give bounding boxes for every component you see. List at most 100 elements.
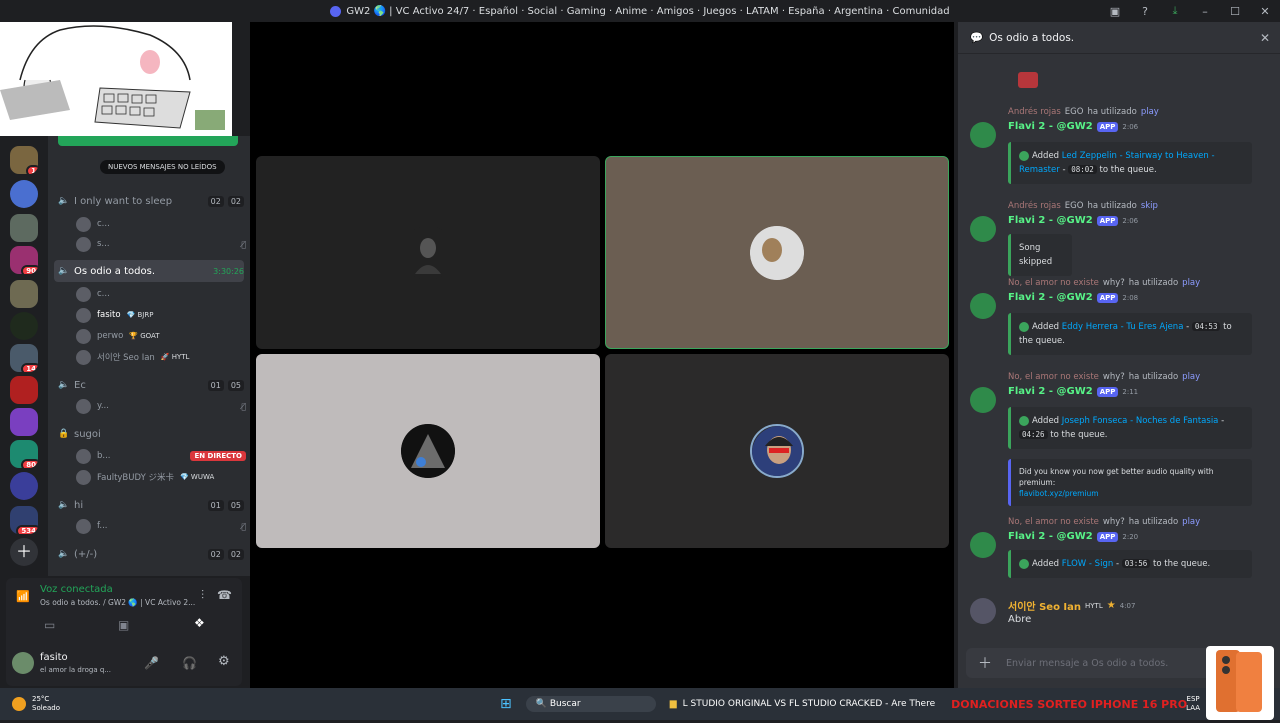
server-icon-12[interactable]: 534 xyxy=(10,506,38,534)
help-icon[interactable]: ? xyxy=(1130,5,1160,18)
noise-suppression-icon[interactable]: ⫶ xyxy=(201,588,204,603)
server-icon-4[interactable]: 90 xyxy=(10,246,38,274)
maximize-button[interactable]: ☐ xyxy=(1220,5,1250,18)
participant-tile-3[interactable] xyxy=(256,354,600,548)
voice-user[interactable]: s... 🎙̸ xyxy=(76,234,246,254)
chat-message: No, el amor no existe why? ha utilizado pla… xyxy=(970,516,1270,578)
server-icon-1[interactable]: 1 xyxy=(10,146,38,174)
language-indicator[interactable]: ESP xyxy=(1186,695,1200,704)
server-icon-gw2[interactable] xyxy=(10,180,38,208)
slash-command[interactable]: play xyxy=(1141,107,1159,117)
add-server-icon[interactable]: ＋ xyxy=(10,538,38,566)
participant-tile-2-speaking[interactable] xyxy=(605,156,949,349)
server-icon-3[interactable] xyxy=(10,214,38,242)
participant-tile-1[interactable] xyxy=(256,156,600,349)
bot-avatar[interactable] xyxy=(970,122,996,148)
slash-command[interactable]: play xyxy=(1182,278,1200,288)
add-attachment-icon[interactable]: ＋ xyxy=(978,653,992,673)
server-icon-8[interactable] xyxy=(10,376,38,404)
voice-user[interactable]: f... 🎙̸ xyxy=(76,516,246,536)
headphones-icon[interactable]: 🎧 xyxy=(182,656,197,670)
server-icon-9[interactable] xyxy=(10,408,38,436)
reply-tag: why? xyxy=(1102,278,1125,288)
server-icon-cube[interactable] xyxy=(10,472,38,500)
voice-location[interactable]: Os odio a todos. / GW2 🌎 | VC Activo 2..… xyxy=(40,598,195,607)
premium-link[interactable]: flavibot.xyz/premium xyxy=(1019,489,1099,498)
avatar[interactable] xyxy=(12,652,34,674)
song-link[interactable]: Joseph Fonseca - Noches de Fantasia xyxy=(1062,416,1219,426)
voice-user[interactable]: perwo 🏆 GOAT xyxy=(76,326,246,346)
bot-avatar[interactable] xyxy=(970,532,996,558)
close-button[interactable]: ✕ xyxy=(1250,5,1280,18)
activities-icon[interactable]: ❖ xyxy=(194,616,205,630)
join-bar[interactable] xyxy=(58,136,238,146)
voice-user[interactable]: fasito 💎 BJRP xyxy=(76,305,246,325)
download-icon[interactable]: ⤓ xyxy=(1160,4,1190,18)
voice-channel-plusminus[interactable]: 🔈 (+/-) 02 02 xyxy=(54,543,244,565)
reply-preview[interactable]: Andrés rojas EGO ha utilizado skip xyxy=(1008,200,1270,212)
user-name: b... xyxy=(97,451,111,461)
server-icon-eye[interactable] xyxy=(10,312,38,340)
message-author[interactable]: Flavi 2 - @GW2 APP 2:20 xyxy=(1008,531,1138,542)
start-icon[interactable]: ⊞ xyxy=(500,696,512,712)
voice-channel-os-odio[interactable]: 🔈 Os odio a todos. 3:30:26 xyxy=(54,260,244,282)
participant-tile-4[interactable] xyxy=(605,354,949,548)
reply-preview[interactable]: No, el amor no existe why? ha utilizado pla… xyxy=(1008,371,1270,383)
app-badge: APP xyxy=(1096,121,1119,132)
inbox-icon[interactable]: ▣ xyxy=(1100,5,1130,18)
message-author[interactable]: Flavi 2 - @GW2 APP 2:06 xyxy=(1008,215,1138,226)
microphone-icon[interactable]: 🎤 xyxy=(144,656,159,670)
bot-avatar[interactable] xyxy=(970,293,996,319)
user-count: 02 xyxy=(207,548,224,560)
voice-user[interactable]: 서이안 Seo Ian 🚀 HYTL xyxy=(76,347,246,367)
donation-ticker: DONACIONES SORTEO IPHONE 16 PRO xyxy=(951,697,1188,711)
slash-command[interactable]: skip xyxy=(1141,201,1158,211)
message-author[interactable]: 서이안 Seo Ian HYTL ★ 4:07 xyxy=(1008,598,1135,613)
camera-off-icon[interactable]: ▭ xyxy=(44,618,55,632)
server-icon-5[interactable] xyxy=(10,280,38,308)
reply-preview[interactable]: Andrés rojas EGO ha utilizado play xyxy=(1008,106,1270,118)
reply-preview[interactable]: No, el amor no existe why? ha utilizado pla… xyxy=(1008,277,1270,289)
server-icon-10[interactable]: 80 xyxy=(10,440,38,468)
trash-icon[interactable] xyxy=(1018,72,1038,88)
avatar xyxy=(401,225,455,280)
voice-user[interactable]: b... EN DIRECTO xyxy=(76,446,246,466)
embed-text: to the queue. xyxy=(1153,559,1211,569)
taskbar-search[interactable]: 🔍 Buscar xyxy=(525,696,656,712)
keyboard-layout[interactable]: LAA xyxy=(1186,704,1200,713)
voice-channel-sugoi[interactable]: 🔒 sugoi xyxy=(54,423,244,445)
channel-name: Os odio a todos. xyxy=(74,265,156,277)
message-author[interactable]: Flavi 2 - @GW2 APP 2:06 xyxy=(1008,121,1138,132)
bot-avatar[interactable] xyxy=(970,387,996,413)
user-avatar[interactable] xyxy=(970,598,996,624)
call-timer: 3:30:26 xyxy=(213,266,244,276)
message-author[interactable]: Flavi 2 - @GW2 APP 2:08 xyxy=(1008,292,1138,303)
author-name: Flavi 2 - @GW2 xyxy=(1008,121,1093,132)
slash-command[interactable]: play xyxy=(1182,517,1200,527)
bot-avatar[interactable] xyxy=(970,216,996,242)
server-icon xyxy=(330,5,342,17)
user-tag: 🚀 HYTL xyxy=(160,353,190,361)
slash-command[interactable]: play xyxy=(1182,372,1200,382)
song-link[interactable]: Eddy Herrera - Tu Eres Ajena xyxy=(1062,322,1184,332)
screen-share-icon[interactable]: ▣ xyxy=(118,618,129,632)
voice-channel-hi[interactable]: 🔈 hi 01 05 xyxy=(54,494,244,516)
settings-gear-icon[interactable]: ⚙ xyxy=(218,654,230,669)
file-explorer-icon[interactable]: ▆ xyxy=(670,699,677,709)
voice-user[interactable]: c... xyxy=(76,284,246,304)
song-link[interactable]: FLOW - Sign xyxy=(1062,559,1113,569)
disconnect-icon[interactable]: ☎ xyxy=(217,588,232,602)
minimize-button[interactable]: – xyxy=(1190,5,1220,18)
close-icon[interactable]: ✕ xyxy=(1260,31,1270,45)
message-author[interactable]: Flavi 2 - @GW2 APP 2:11 xyxy=(1008,386,1138,397)
voice-user[interactable]: FaultyBUDY ジ米卡 💎 WUWA xyxy=(76,467,246,487)
voice-user[interactable]: y... 🎙̸ xyxy=(76,396,246,416)
voice-user[interactable]: c... xyxy=(76,214,246,234)
reply-preview[interactable]: No, el amor no existe why? ha utilizado pla… xyxy=(1008,516,1270,528)
bot-embed: Added Joseph Fonseca - Noches de Fantasi… xyxy=(1008,407,1252,449)
voice-channel-sleep[interactable]: 🔈 I only want to sleep 02 02 xyxy=(54,190,244,212)
stream-ticker: L STUDIO ORIGINAL VS FL STUDIO CRACKED -… xyxy=(682,699,936,709)
voice-channel-ec[interactable]: 🔈 Ec 01 05 xyxy=(54,374,244,396)
new-messages-pill[interactable]: NUEVOS MENSAJES NO LEÍDOS xyxy=(100,160,225,174)
server-icon-7[interactable]: 14 xyxy=(10,344,38,372)
